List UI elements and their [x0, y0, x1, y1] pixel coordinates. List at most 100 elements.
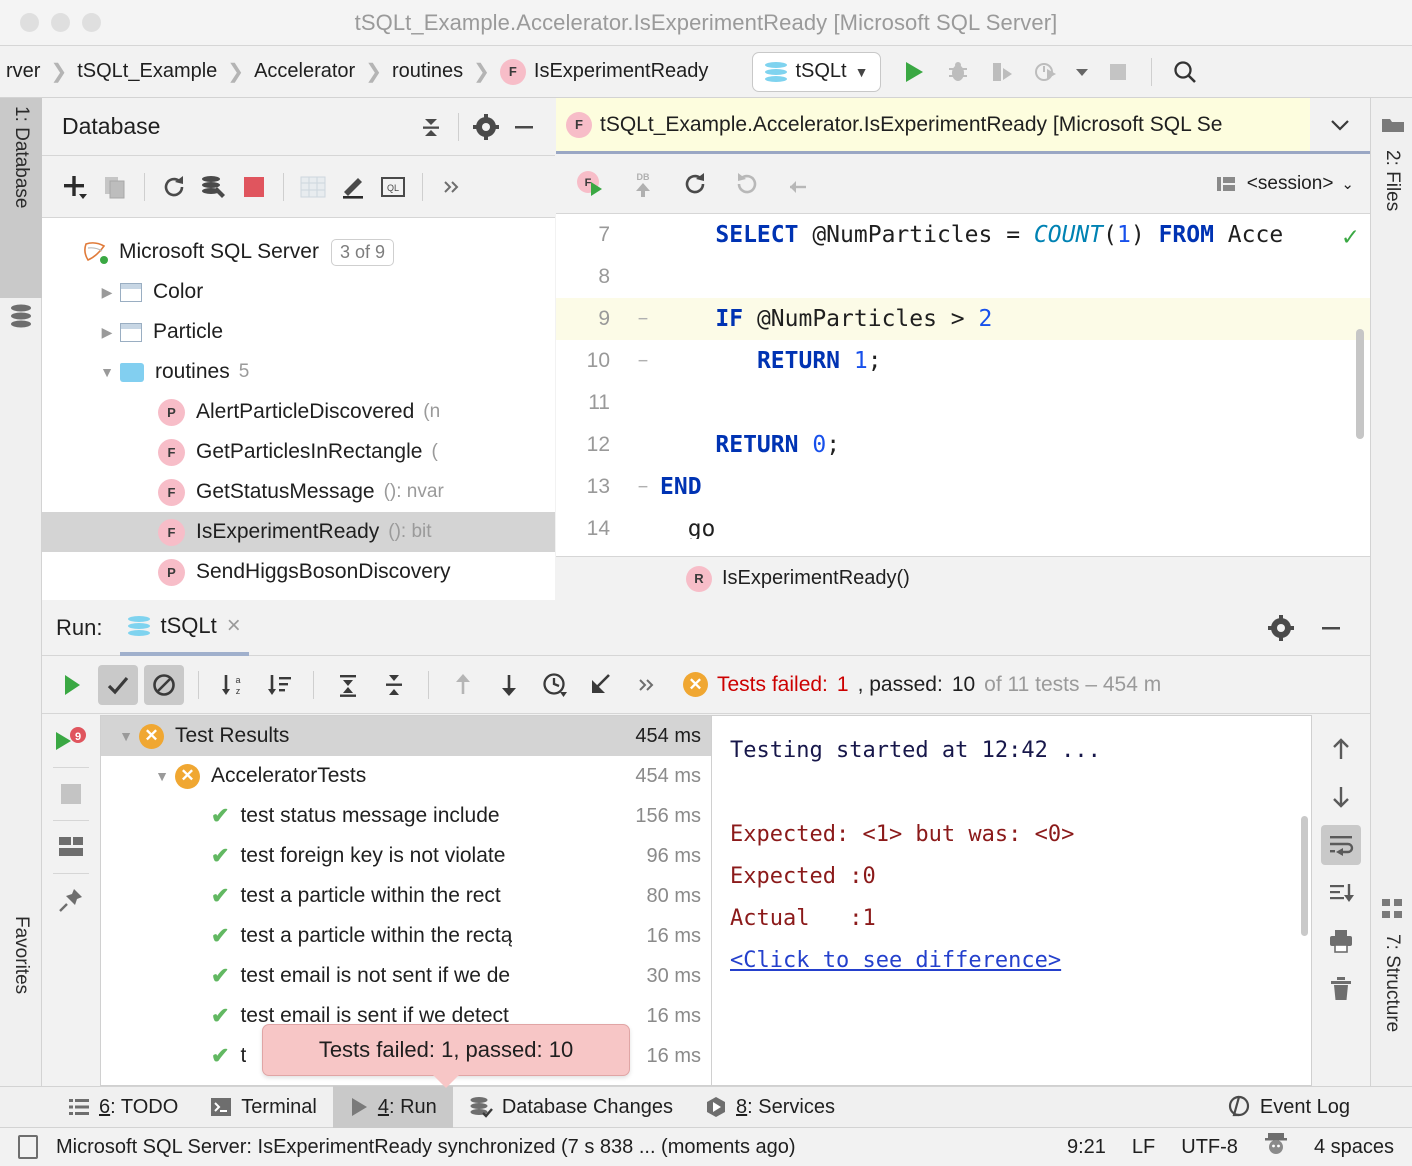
db-tree-item-isexperimentready[interactable]: FIsExperimentReady(): bit [42, 512, 555, 552]
stop-icon[interactable] [235, 168, 273, 206]
tool-window-terminal[interactable]: Terminal [194, 1086, 333, 1128]
scroll-down-icon[interactable] [1321, 777, 1361, 817]
sort-alpha-icon[interactable]: az [213, 665, 253, 705]
memory-icon[interactable] [18, 1135, 38, 1159]
sidebar-item-structure[interactable]: 7: Structure [1371, 926, 1412, 1106]
fold-marker-icon[interactable]: − [626, 309, 660, 329]
db-tree-item-sendhiggsbosondiscovery[interactable]: PSendHiggsBosonDiscovery [42, 552, 555, 592]
run-configuration-selector[interactable]: tSQLt ▼ [752, 52, 881, 92]
code-line[interactable]: 9− IF @NumParticles > 2 [556, 298, 1370, 340]
output-scrollbar[interactable] [1301, 816, 1308, 936]
more-icon[interactable] [627, 665, 667, 705]
breadcrumb-item-function[interactable]: F IsExperimentReady [496, 59, 713, 85]
search-icon[interactable] [1166, 53, 1204, 91]
hector-icon[interactable] [1264, 1131, 1288, 1163]
fold-marker-icon[interactable]: − [626, 477, 660, 497]
copy-icon[interactable] [96, 168, 134, 206]
test-tree-row[interactable]: ▼✕Test Results454 ms [101, 716, 711, 756]
submit-to-db-icon[interactable]: DB [624, 165, 662, 203]
scroll-up-icon[interactable] [1321, 729, 1361, 769]
db-tools-icon[interactable] [195, 168, 233, 206]
clear-all-icon[interactable] [1321, 969, 1361, 1009]
breadcrumb-item-schema[interactable]: Accelerator [250, 60, 359, 83]
tool-window-database-changes[interactable]: Database Changes [453, 1086, 689, 1128]
chevron-down-icon[interactable]: ▼ [94, 364, 120, 380]
prev-failed-icon[interactable] [443, 665, 483, 705]
breadcrumb-item-routines[interactable]: routines [388, 60, 467, 83]
layout-icon[interactable] [51, 827, 91, 867]
show-passed-icon[interactable] [98, 665, 138, 705]
gear-icon[interactable] [467, 108, 505, 146]
profile-dropdown-icon[interactable] [1071, 53, 1093, 91]
scroll-to-end-icon[interactable] [1321, 873, 1361, 913]
table-editor-icon[interactable] [294, 168, 332, 206]
run-icon[interactable] [895, 53, 933, 91]
test-tree-row[interactable]: ✔test email is not sent if we de30 ms [101, 956, 711, 996]
editor-scrollbar[interactable] [1356, 329, 1364, 439]
gear-icon[interactable] [1262, 609, 1300, 647]
rerun-failed-icon[interactable]: 9 [51, 721, 91, 761]
tool-window-event-log[interactable]: Event Log [1211, 1086, 1366, 1128]
stop-icon[interactable] [51, 774, 91, 814]
run-with-coverage-icon[interactable] [983, 53, 1021, 91]
editor-breadcrumb-label[interactable]: IsExperimentReady() [722, 567, 910, 590]
db-tree-item-color[interactable]: ▶Color [42, 272, 555, 312]
db-tree-item-routines[interactable]: ▼routines5 [42, 352, 555, 392]
db-tree-item-particle[interactable]: ▶Particle [42, 312, 555, 352]
session-selector[interactable]: <session> ⌄ [1215, 173, 1354, 195]
sidebar-item-files[interactable]: 2: Files [1371, 142, 1412, 272]
history-icon[interactable] [535, 665, 575, 705]
code-line[interactable]: 7 SELECT @NumParticles = COUNT(1) FROM A… [556, 214, 1370, 256]
refresh-icon[interactable] [155, 168, 193, 206]
chevron-down-icon[interactable] [1310, 98, 1370, 151]
close-icon[interactable]: × [227, 612, 241, 640]
db-tree-item-getparticlesinrectangle[interactable]: FGetParticlesInRectangle( [42, 432, 555, 472]
db-tree-item-acceleratortests[interactable]: ▼AcceleratorTests [42, 592, 555, 598]
revert-icon[interactable] [728, 165, 766, 203]
db-tree-item-mssql[interactable]: Microsoft SQL Server3 of 9 [42, 232, 555, 272]
export-icon[interactable] [581, 665, 621, 705]
file-encoding[interactable]: UTF-8 [1181, 1136, 1238, 1159]
code-line[interactable]: 13−END [556, 466, 1370, 508]
minimize-icon[interactable] [1312, 609, 1350, 647]
code-line[interactable]: 14 go [556, 508, 1370, 539]
indent-setting[interactable]: 4 spaces [1314, 1136, 1394, 1159]
test-tree-row[interactable]: ✔test a particle within the rect80 ms [101, 876, 711, 916]
db-tree-item-getstatusmessage[interactable]: FGetStatusMessage(): nvar [42, 472, 555, 512]
profile-icon[interactable] [1027, 53, 1065, 91]
test-output-console[interactable]: Testing started at 12:42 ...Expected: <1… [712, 715, 1312, 1086]
breadcrumb-item-server[interactable]: rver [2, 60, 44, 83]
tool-window-services[interactable]: 8: Services [689, 1086, 851, 1128]
run-function-icon[interactable]: F [572, 165, 610, 203]
sidebar-item-database[interactable]: 1: Database [0, 98, 42, 298]
tool-window-run[interactable]: 4: Run [333, 1086, 453, 1128]
tab-tsqlt[interactable]: tSQLt × [120, 601, 248, 656]
more-icon[interactable] [433, 168, 471, 206]
show-ignored-icon[interactable] [144, 665, 184, 705]
query-console-icon[interactable]: QL [374, 168, 412, 206]
next-failed-icon[interactable] [489, 665, 529, 705]
see-difference-link[interactable]: <Click to see difference> [730, 940, 1293, 982]
code-line[interactable]: 12 RETURN 0; [556, 424, 1370, 466]
code-line[interactable]: 10− RETURN 1; [556, 340, 1370, 382]
code-area[interactable]: ✓ 7 SELECT @NumParticles = COUNT(1) FROM… [556, 214, 1370, 539]
minimize-icon[interactable] [505, 108, 543, 146]
line-separator[interactable]: LF [1132, 1136, 1155, 1159]
code-line[interactable]: 8 [556, 256, 1370, 298]
chevron-right-icon[interactable]: ▶ [94, 284, 120, 301]
test-tree-row[interactable]: ✔test status message include156 ms [101, 796, 711, 836]
tool-window-todo[interactable]: 6: TODO [52, 1086, 194, 1128]
caret-position[interactable]: 9:21 [1067, 1136, 1106, 1159]
editor-tab[interactable]: F tSQLt_Example.Accelerator.IsExperiment… [556, 98, 1370, 154]
edit-icon[interactable] [334, 168, 372, 206]
soft-wrap-icon[interactable] [1321, 825, 1361, 865]
expand-all-icon[interactable] [328, 665, 368, 705]
chevron-down-icon[interactable]: ▼ [149, 768, 175, 784]
breadcrumb-item-database[interactable]: tSQLt_Example [73, 60, 221, 83]
debug-icon[interactable] [939, 53, 977, 91]
code-line[interactable]: 11 [556, 382, 1370, 424]
test-tree-row[interactable]: ✔test a particle within the rectą16 ms [101, 916, 711, 956]
refresh-icon[interactable] [676, 165, 714, 203]
pin-icon[interactable] [51, 880, 91, 920]
test-tree-row[interactable]: ▼✕AcceleratorTests454 ms [101, 756, 711, 796]
